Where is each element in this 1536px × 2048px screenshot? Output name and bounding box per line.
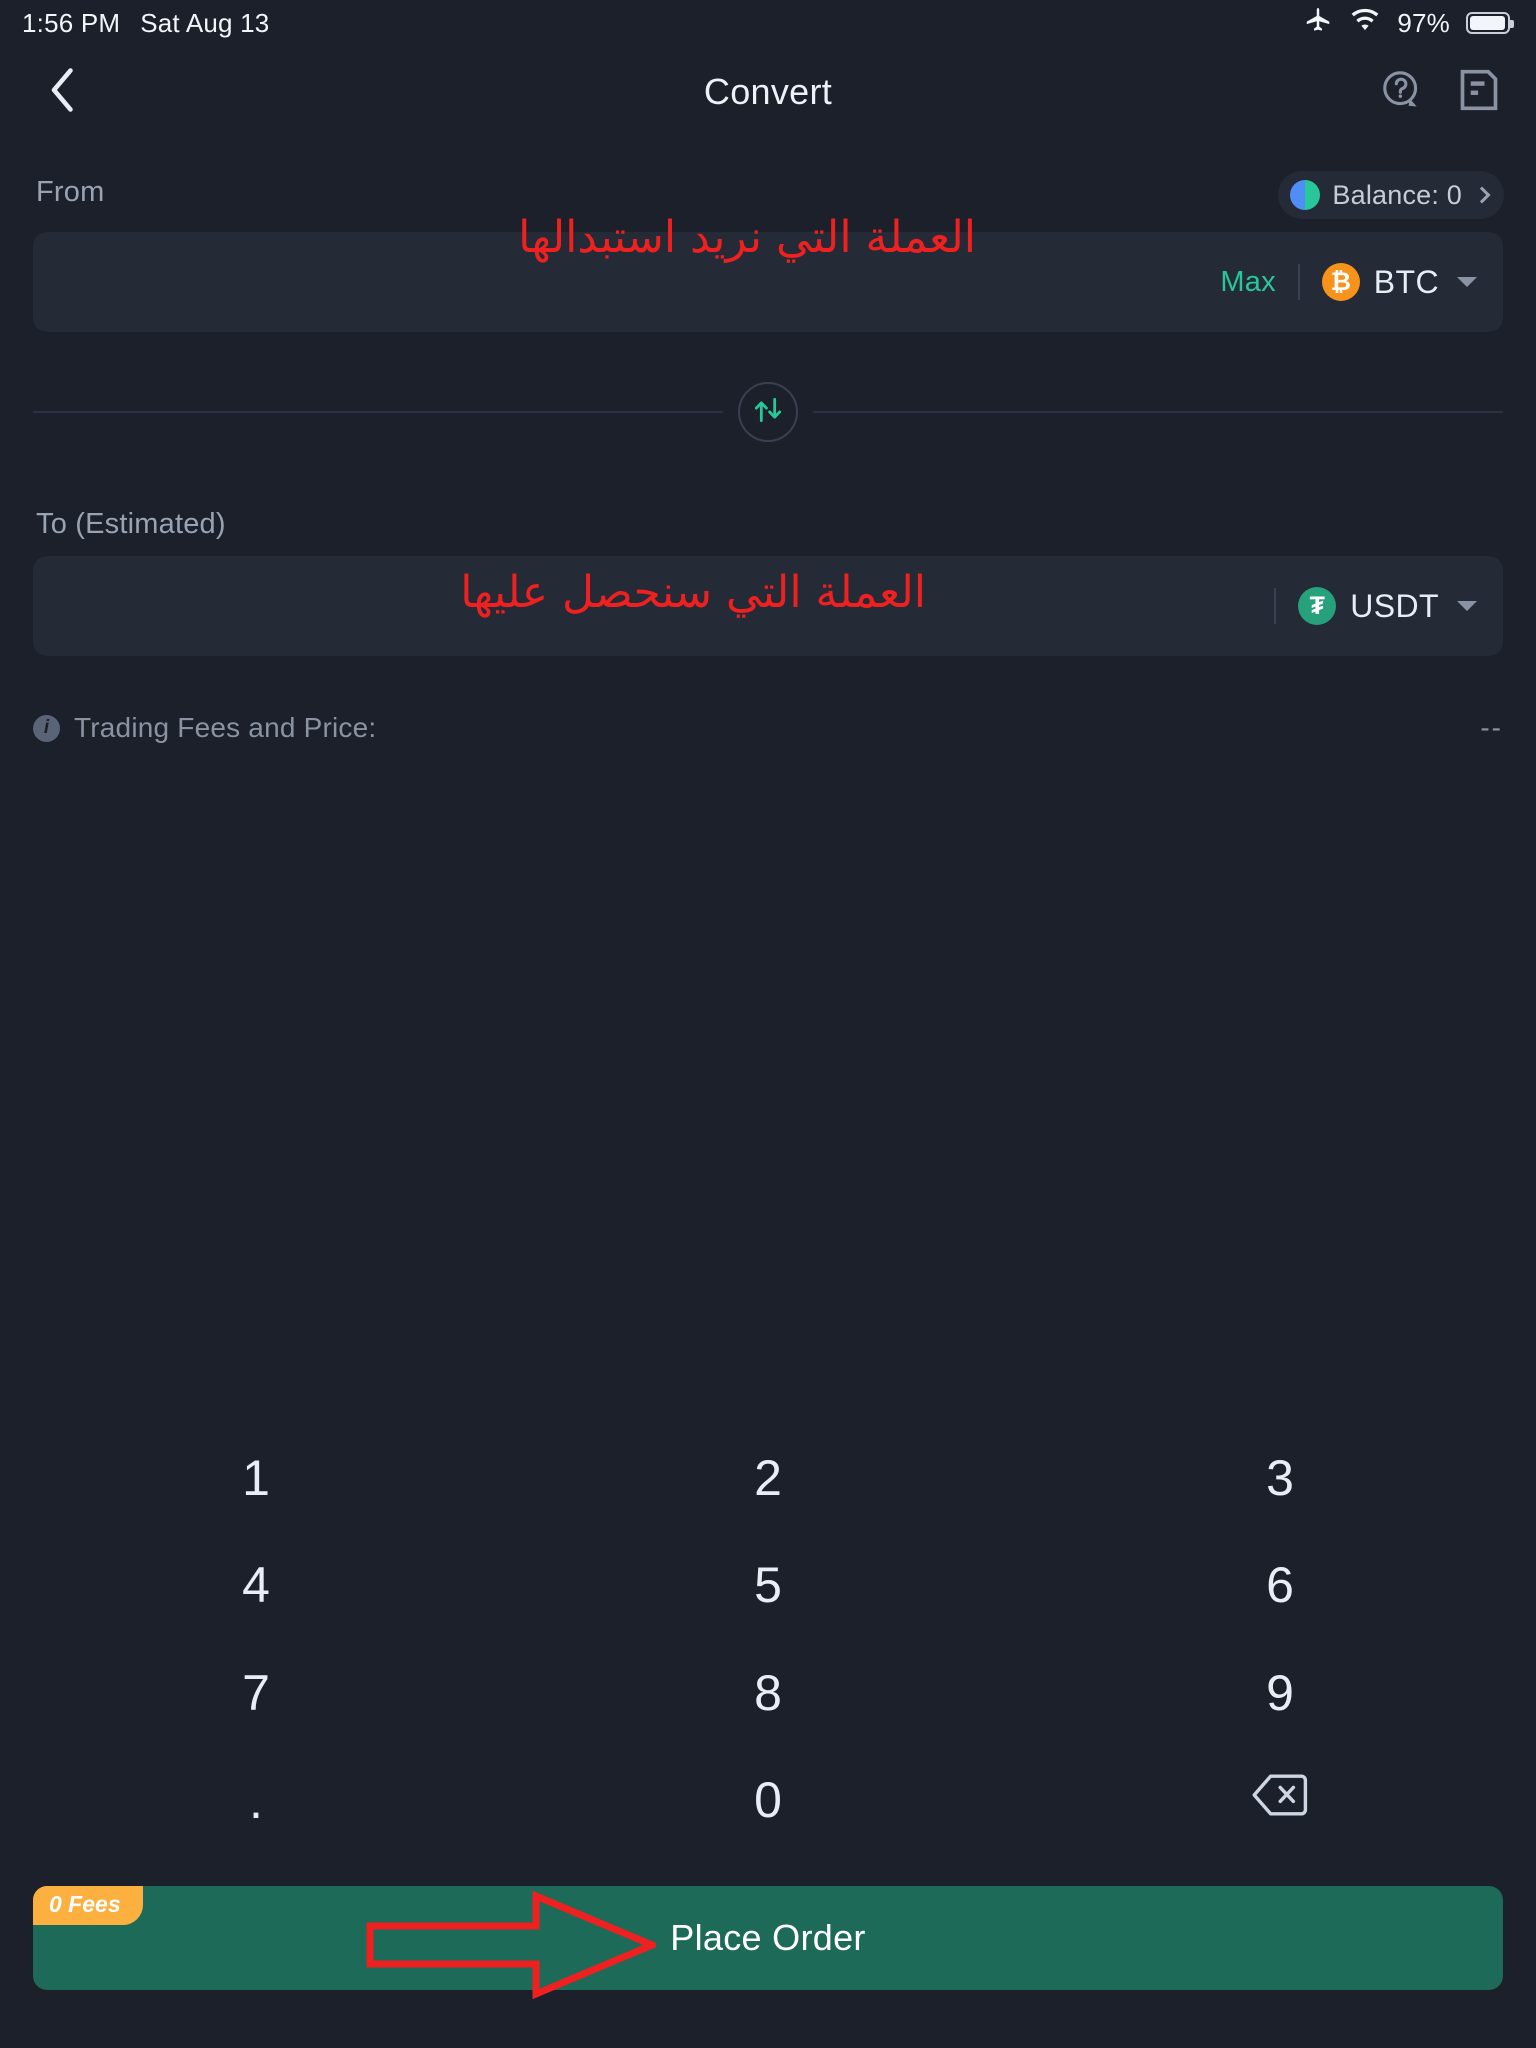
key-5[interactable]: 5 <box>512 1532 1024 1640</box>
place-order-bar: Place Order 0 Fees <box>33 1886 1503 1990</box>
balance-pill[interactable]: Balance: 0 <box>1278 171 1504 219</box>
status-time: 1:56 PM <box>22 7 121 38</box>
divider <box>1274 588 1277 624</box>
help-circle-icon[interactable] <box>1380 68 1424 117</box>
max-button[interactable]: Max <box>1220 266 1297 299</box>
place-order-button[interactable]: Place Order <box>33 1886 1503 1990</box>
key-backspace[interactable] <box>1024 1747 1536 1855</box>
order-history-icon[interactable] <box>1458 68 1500 117</box>
airplane-icon <box>1303 6 1333 41</box>
swap-vertical-icon <box>752 394 784 431</box>
chevron-right-icon <box>1473 186 1491 204</box>
key-6[interactable]: 6 <box>1024 1532 1536 1640</box>
key-1[interactable]: 1 <box>0 1424 512 1532</box>
status-bar-right: 97% <box>1303 6 1514 41</box>
from-label: From <box>36 176 105 208</box>
chevron-down-icon <box>1457 277 1477 287</box>
to-annotation-text: العملة التي سنحصل عليها <box>460 567 926 618</box>
from-coin-symbol: BTC <box>1373 263 1439 300</box>
status-bar-left: 1:56 PM Sat Aug 13 <box>22 8 269 39</box>
trading-fees-row[interactable]: i Trading Fees and Price: -- <box>33 712 1503 744</box>
battery-icon <box>1466 12 1514 34</box>
chevron-left-icon <box>48 66 78 119</box>
numeric-keypad: 1 2 3 4 5 6 7 8 9 . 0 <box>0 1424 1536 1854</box>
app-header: Convert <box>0 46 1536 138</box>
to-label: To (Estimated) <box>36 508 226 540</box>
battery-percent: 97% <box>1397 7 1450 38</box>
from-coin-selector[interactable]: ₿ BTC <box>1321 263 1477 301</box>
key-3[interactable]: 3 <box>1024 1424 1536 1532</box>
chevron-down-icon <box>1457 601 1477 611</box>
key-7[interactable]: 7 <box>0 1639 512 1747</box>
swap-row <box>33 382 1503 442</box>
to-coin-selector[interactable]: ₮ USDT <box>1298 587 1477 625</box>
from-amount-input[interactable] <box>59 262 1221 302</box>
key-decimal[interactable]: . <box>0 1747 512 1855</box>
key-9[interactable]: 9 <box>1024 1639 1536 1747</box>
backspace-icon <box>1251 1771 1309 1829</box>
divider <box>1297 264 1300 300</box>
divider-left <box>33 411 723 413</box>
key-8[interactable]: 8 <box>512 1639 1024 1747</box>
trading-fees-value: -- <box>1480 712 1503 743</box>
swap-button[interactable] <box>738 382 798 442</box>
trading-fees-label: Trading Fees and Price: <box>74 712 377 743</box>
balance-label: Balance: 0 <box>1332 179 1462 210</box>
back-button[interactable] <box>36 65 90 119</box>
to-coin-symbol: USDT <box>1350 587 1439 624</box>
convert-screen: 1:56 PM Sat Aug 13 97% Convert From Bala… <box>0 0 1536 2048</box>
status-bar: 1:56 PM Sat Aug 13 97% <box>0 0 1536 46</box>
balance-icon <box>1290 180 1321 210</box>
wifi-icon <box>1349 8 1381 39</box>
page-title: Convert <box>703 71 833 112</box>
status-date: Sat Aug 13 <box>140 7 270 38</box>
key-4[interactable]: 4 <box>0 1532 512 1640</box>
divider-right <box>813 411 1503 413</box>
from-annotation-text: العملة التي نريد استبدالها <box>518 212 976 263</box>
header-actions <box>1380 68 1500 117</box>
key-2[interactable]: 2 <box>512 1424 1024 1532</box>
btc-icon: ₿ <box>1321 263 1360 301</box>
key-0[interactable]: 0 <box>512 1747 1024 1855</box>
info-icon[interactable]: i <box>33 714 60 742</box>
usdt-icon: ₮ <box>1298 587 1337 625</box>
